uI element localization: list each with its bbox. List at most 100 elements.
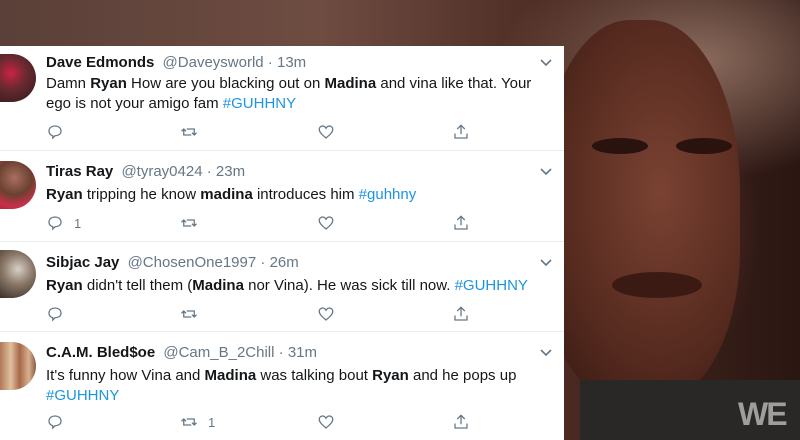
- author-handle[interactable]: @Cam_B_2Chill: [163, 344, 274, 361]
- share-button[interactable]: [452, 412, 470, 432]
- hashtag-link[interactable]: #guhhny: [359, 186, 417, 203]
- tweet-actions: [46, 122, 546, 142]
- like-icon: [318, 125, 334, 139]
- avatar[interactable]: [0, 342, 36, 390]
- highlighted-keyword: Madina: [192, 277, 244, 294]
- avatar[interactable]: [0, 54, 36, 102]
- share-button[interactable]: [452, 213, 470, 233]
- reply-button[interactable]: [46, 412, 74, 432]
- highlighted-keyword: Ryan: [372, 367, 409, 384]
- separator: ·: [274, 344, 288, 361]
- chevron-down-icon[interactable]: [538, 254, 554, 270]
- author-name[interactable]: C.A.M. Bled$oe: [46, 344, 155, 361]
- share-icon: [454, 124, 468, 139]
- tweet[interactable]: Sibjac Jay @ChosenOne1997 · 26m Ryan did…: [0, 242, 564, 332]
- tweet-text-segment: was talking bout: [256, 367, 373, 384]
- chevron-down-icon[interactable]: [538, 54, 554, 70]
- separator: ·: [263, 54, 277, 71]
- tweet-text-segment: tripping he know: [82, 186, 201, 203]
- avatar[interactable]: [0, 250, 36, 298]
- highlighted-keyword: madina: [200, 186, 253, 203]
- like-icon: [318, 307, 334, 321]
- tweet-text-segment: introduces him: [252, 186, 359, 203]
- person-mouth: [612, 272, 702, 298]
- reply-icon: [48, 125, 62, 140]
- share-icon: [454, 414, 468, 429]
- author-name[interactable]: Dave Edmonds: [46, 54, 154, 71]
- hashtag-link[interactable]: #GUHHNY: [455, 277, 528, 294]
- tweet-time[interactable]: 23m: [216, 163, 245, 180]
- highlighted-keyword: Madina: [324, 75, 377, 92]
- tweet-panel: Dave Edmonds @Daveysworld · 13m Damn Rya…: [0, 46, 564, 440]
- network-watermark: WE: [738, 396, 788, 432]
- author-handle[interactable]: @Daveysworld: [163, 54, 264, 71]
- retweet-button[interactable]: [180, 304, 208, 324]
- tweet-text-segment: It's funny how Vina and: [46, 367, 205, 384]
- tweet-text-segment: How are you blacking out on: [126, 75, 325, 92]
- like-button[interactable]: [317, 122, 335, 142]
- tweet-text-segment: Damn: [46, 75, 91, 92]
- reply-icon: [48, 415, 62, 430]
- like-button[interactable]: [317, 213, 335, 233]
- reply-icon: [48, 307, 62, 322]
- highlighted-keyword: Ryan: [46, 277, 83, 294]
- person-eye-left: [592, 138, 648, 154]
- highlighted-keyword: Madina: [204, 367, 257, 384]
- like-icon: [318, 216, 334, 230]
- like-button[interactable]: [317, 304, 335, 324]
- highlighted-keyword: Ryan: [46, 186, 83, 203]
- reply-button[interactable]: [46, 304, 74, 324]
- avatar[interactable]: [0, 161, 36, 209]
- retweet-icon: [181, 418, 197, 426]
- highlighted-keyword: Ryan: [90, 75, 127, 92]
- tweet-header: Dave Edmonds @Daveysworld · 13m: [46, 54, 306, 72]
- tweet-text-segment: nor Vina). He was sick till now.: [243, 277, 455, 294]
- person-face: [540, 20, 740, 400]
- hashtag-link[interactable]: #GUHHNY: [46, 387, 119, 404]
- retweet-count: 1: [208, 414, 216, 430]
- tweet[interactable]: C.A.M. Bled$oe @Cam_B_2Chill · 31m It's …: [0, 332, 564, 440]
- person-eye-right: [676, 138, 732, 154]
- tweet-text-segment: and he pops up: [408, 367, 517, 384]
- separator: ·: [202, 163, 216, 180]
- tweet-actions: [46, 304, 546, 324]
- author-name[interactable]: Tiras Ray: [46, 163, 113, 180]
- tweet-header: Tiras Ray @tyray0424 · 23m: [46, 163, 245, 181]
- chevron-down-icon[interactable]: [538, 344, 554, 360]
- tweet-text: Damn Ryan How are you blacking out on Ma…: [46, 74, 546, 114]
- retweet-icon: [181, 310, 197, 318]
- tweet-time[interactable]: 31m: [288, 344, 317, 361]
- reply-button[interactable]: 1: [46, 213, 81, 233]
- tweet-time[interactable]: 13m: [277, 54, 306, 71]
- author-name[interactable]: Sibjac Jay: [46, 254, 119, 271]
- separator: ·: [256, 254, 270, 271]
- retweet-button[interactable]: [180, 213, 208, 233]
- reply-button[interactable]: [46, 122, 74, 142]
- hashtag-link[interactable]: #GUHHNY: [223, 95, 296, 112]
- tweet-time[interactable]: 26m: [270, 254, 299, 271]
- retweet-icon: [181, 219, 197, 227]
- share-button[interactable]: [452, 304, 470, 324]
- tweet-header: C.A.M. Bled$oe @Cam_B_2Chill · 31m: [46, 344, 317, 362]
- tweet[interactable]: Dave Edmonds @Daveysworld · 13m Damn Rya…: [0, 46, 564, 151]
- tweet-text: Ryan tripping he know madina introduces …: [46, 185, 546, 205]
- retweet-icon: [181, 128, 197, 136]
- tweet-actions: 1: [46, 412, 546, 432]
- chevron-down-icon[interactable]: [538, 163, 554, 179]
- share-button[interactable]: [452, 122, 470, 142]
- retweet-button[interactable]: 1: [180, 412, 215, 432]
- tweet-text: Ryan didn't tell them (Madina nor Vina).…: [46, 276, 546, 296]
- retweet-button[interactable]: [180, 122, 208, 142]
- like-button[interactable]: [317, 412, 335, 432]
- author-handle[interactable]: @ChosenOne1997: [128, 254, 257, 271]
- reply-count: 1: [74, 215, 82, 231]
- share-icon: [454, 306, 468, 321]
- tweet-header: Sibjac Jay @ChosenOne1997 · 26m: [46, 254, 299, 272]
- tweet-actions: 1: [46, 213, 546, 233]
- share-icon: [454, 215, 468, 230]
- author-handle[interactable]: @tyray0424: [121, 163, 202, 180]
- tweet[interactable]: Tiras Ray @tyray0424 · 23m Ryan tripping…: [0, 151, 564, 242]
- reply-icon: [48, 216, 62, 231]
- tweet-text: It's funny how Vina and Madina was talki…: [46, 366, 536, 406]
- tweet-text-segment: didn't tell them (: [82, 277, 193, 294]
